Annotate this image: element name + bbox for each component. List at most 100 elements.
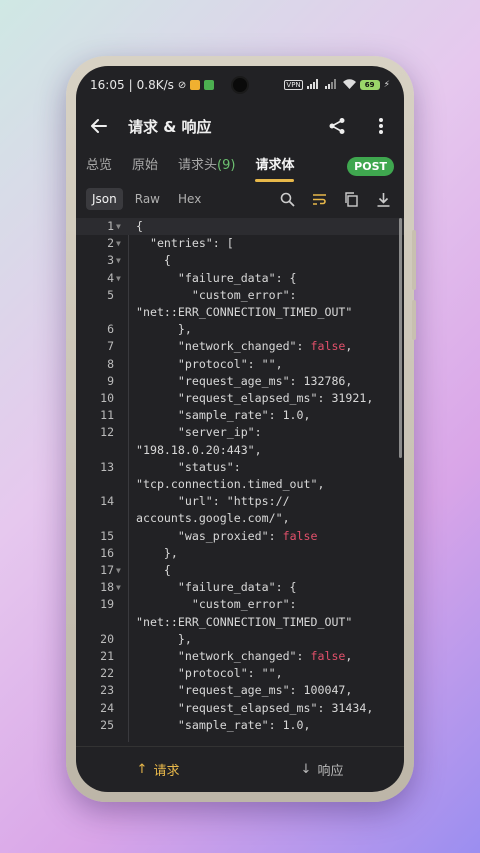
line-number: 1 — [107, 219, 114, 233]
line-number: 7 — [107, 339, 114, 354]
code-text: "tcp.connection.timed_out", — [136, 477, 325, 491]
signal-icon — [306, 78, 321, 92]
nav-request-label: 请求 — [153, 764, 180, 779]
vpn-icon: VPN — [284, 80, 303, 90]
code-line: 22 "protocol": "", — [76, 665, 404, 682]
download-icon[interactable] — [372, 188, 394, 210]
wifi-icon — [342, 78, 356, 92]
line-number: 3 — [107, 253, 114, 268]
code-text: "request_age_ms": 100047, — [136, 683, 353, 698]
code-text: accounts.google.com/", — [136, 511, 290, 526]
nav-response-label: 响应 — [317, 764, 344, 779]
code-text: { — [136, 219, 143, 233]
code-line: 21 "network_changed": false, — [76, 648, 404, 665]
tab-request-headers[interactable]: 请求头(9) — [178, 148, 235, 184]
line-number: 16 — [100, 545, 114, 560]
code-line: 9 "request_age_ms": 132786, — [76, 373, 404, 390]
code-text: }, — [136, 322, 192, 337]
line-number: 5 — [107, 287, 114, 302]
code-line: 1 ▼ { — [76, 218, 404, 236]
line-number: 13 — [100, 459, 114, 474]
boolean-value: false — [310, 649, 346, 663]
code-text: "net::ERR_CONNECTION_TIMED_OUT" — [136, 305, 353, 319]
code-text: "198.18.0.20:443", — [136, 442, 262, 457]
code-text: "custom_error": — [136, 287, 297, 302]
volume-button — [412, 230, 416, 290]
tab-bar: 总览 原始 请求头(9) 请求体 POST — [76, 148, 404, 184]
fold-toggle-icon[interactable]: ▼ — [116, 579, 121, 596]
status-divider: | — [128, 78, 133, 92]
code-text: "custom_error": — [136, 597, 297, 612]
code-line: 15 "was_proxied": false — [76, 528, 404, 545]
line-number: 8 — [107, 356, 114, 371]
format-hex[interactable]: Hex — [172, 188, 207, 210]
line-number: 10 — [100, 391, 114, 405]
more-vert-icon[interactable] — [370, 115, 392, 137]
code-text: }, — [136, 631, 192, 646]
fold-toggle-icon[interactable]: ▼ — [116, 235, 121, 252]
code-text: "request_age_ms": 132786, — [136, 373, 353, 388]
code-text: "failure_data": { — [136, 580, 297, 595]
line-number: 23 — [100, 683, 114, 698]
tab-request-headers-count: (9) — [217, 158, 236, 173]
line-number: 11 — [100, 408, 114, 423]
fold-toggle-icon[interactable]: ▼ — [116, 252, 121, 269]
line-number: 12 — [100, 425, 114, 440]
status-time: 16:05 — [90, 78, 125, 92]
code-text: { — [136, 253, 171, 268]
format-json[interactable]: Json — [86, 188, 123, 210]
charging-icon: ⚡ — [383, 80, 390, 90]
method-badge: POST — [347, 156, 394, 176]
boolean-value: false — [282, 528, 318, 543]
code-text: "network_changed": false, — [136, 339, 353, 354]
code-line: 19 "custom_error": — [76, 596, 404, 613]
code-line: 13 "status": — [76, 459, 404, 476]
wrap-text-icon[interactable] — [308, 188, 330, 210]
code-line: 14 "url": "https:// — [76, 493, 404, 510]
line-number: 14 — [100, 494, 114, 509]
nav-response[interactable]: ↓ 响应 — [240, 760, 404, 779]
fold-toggle-icon[interactable]: ▼ — [116, 270, 121, 287]
code-line: 11 "sample_rate": 1.0, — [76, 407, 404, 424]
power-button — [412, 300, 416, 340]
code-line: 7 "network_changed": false, — [76, 338, 404, 355]
code-line: 23 "request_age_ms": 100047, — [76, 682, 404, 699]
tab-overview[interactable]: 总览 — [86, 148, 112, 184]
notification-app-icon-2 — [204, 80, 215, 90]
code-line-continuation: "198.18.0.20:443", — [76, 442, 404, 459]
code-line: 24 "request_elapsed_ms": 31434, — [76, 700, 404, 717]
copy-icon[interactable] — [340, 188, 362, 210]
fold-toggle-icon[interactable]: ▼ — [116, 562, 121, 579]
share-icon[interactable] — [326, 115, 348, 137]
code-text: "request_elapsed_ms": 31921, — [136, 391, 374, 405]
nav-request[interactable]: ↑ 请求 — [76, 760, 240, 779]
arrow-down-icon: ↓ — [300, 762, 312, 777]
line-number: 6 — [107, 322, 114, 337]
arrow-up-icon: ↑ — [136, 762, 148, 777]
screen: 16:05 | 0.8K/s ⊘ VPN 69 ⚡ 请求 & 响应 总览 原始 … — [76, 66, 404, 792]
camera-hole — [231, 76, 249, 94]
back-arrow-icon[interactable] — [88, 115, 110, 137]
code-text: "protocol": "", — [136, 666, 283, 681]
line-number: 24 — [100, 700, 114, 715]
no-disturb-icon: ⊘ — [177, 79, 187, 91]
code-viewer[interactable]: 1 ▼{2 ▼ "entries": [3 ▼ {4 ▼ "failure_data":… — [76, 218, 404, 742]
page-title: 请求 & 响应 — [128, 117, 212, 136]
line-number: 15 — [100, 528, 114, 543]
tab-raw[interactable]: 原始 — [132, 148, 158, 184]
fold-toggle-icon[interactable]: ▼ — [116, 218, 121, 235]
line-number: 4 — [107, 270, 114, 285]
signal-icon-2 — [324, 78, 339, 92]
code-text: "net::ERR_CONNECTION_TIMED_OUT" — [136, 614, 353, 629]
code-line: 25 "sample_rate": 1.0, — [76, 717, 404, 734]
line-number: 21 — [100, 649, 114, 663]
line-number: 9 — [107, 373, 114, 388]
scrollbar[interactable] — [399, 218, 402, 458]
tab-request-body[interactable]: 请求体 — [255, 148, 295, 184]
line-number: 17 — [100, 563, 114, 577]
battery-icon: 69 — [359, 80, 380, 90]
format-bar: Json Raw Hex — [76, 184, 404, 214]
code-line-continuation: "net::ERR_CONNECTION_TIMED_OUT" — [76, 304, 404, 321]
search-icon[interactable] — [276, 188, 298, 210]
format-raw[interactable]: Raw — [129, 188, 166, 210]
